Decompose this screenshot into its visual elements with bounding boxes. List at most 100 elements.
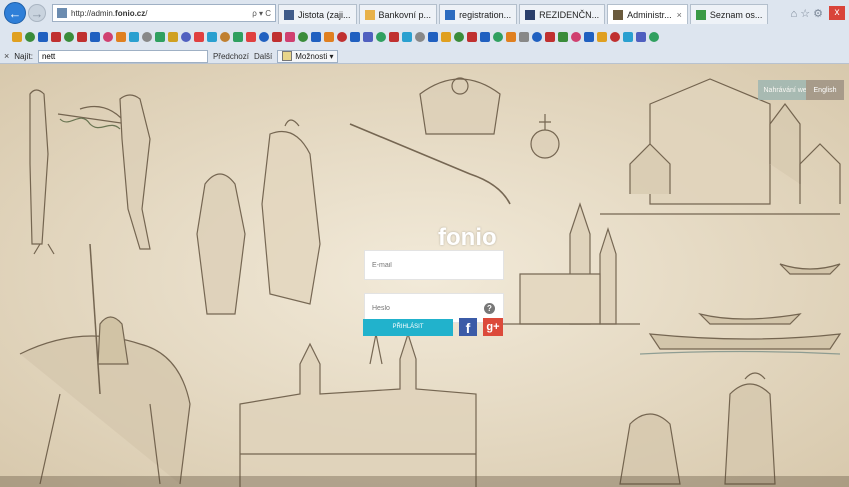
favorite-link-icon[interactable] xyxy=(181,31,191,42)
favorite-link-icon[interactable] xyxy=(116,31,126,42)
find-bar: × Najít: Předchozí Další Možnosti ▾ xyxy=(0,48,849,64)
tab-label: Administr... xyxy=(627,9,672,20)
favorite-link-icon[interactable] xyxy=(90,31,100,42)
find-input[interactable] xyxy=(37,49,208,63)
tab-label: Seznam os... xyxy=(709,9,763,20)
favorite-link-icon[interactable] xyxy=(51,31,61,42)
highlight-icon xyxy=(282,51,293,61)
tab-favicon-icon xyxy=(525,9,536,20)
tab-label: registration... xyxy=(459,9,512,20)
favorite-link-icon[interactable] xyxy=(311,31,321,42)
browser-tab[interactable]: Jistota (zaji... xyxy=(278,4,357,24)
browser-tab[interactable]: REZIDENČN... xyxy=(519,4,606,24)
favorite-link-icon[interactable] xyxy=(129,31,139,42)
find-next-button[interactable]: Další xyxy=(254,52,272,61)
favorite-link-icon[interactable] xyxy=(636,31,646,42)
favorite-link-icon[interactable] xyxy=(389,31,399,42)
tab-favicon-icon xyxy=(364,9,375,20)
favorite-link-icon[interactable] xyxy=(610,31,620,42)
favorite-link-icon[interactable] xyxy=(493,31,503,42)
favorite-link-icon[interactable] xyxy=(233,31,243,42)
favorite-link-icon[interactable] xyxy=(337,31,347,42)
favorite-link-icon[interactable] xyxy=(363,31,373,42)
favorite-link-icon[interactable] xyxy=(519,31,529,42)
favorite-link-icon[interactable] xyxy=(246,31,256,42)
favorite-link-icon[interactable] xyxy=(194,31,204,42)
address-url[interactable]: http://admin.fonio.cz/ xyxy=(71,9,248,18)
favorite-link-icon[interactable] xyxy=(545,31,555,42)
browser-tab[interactable]: Administr... × xyxy=(607,4,688,24)
favorite-link-icon[interactable] xyxy=(220,31,230,42)
favorites-bar xyxy=(0,28,849,45)
favorite-link-icon[interactable] xyxy=(168,31,178,42)
find-close-button[interactable]: × xyxy=(4,51,9,61)
find-options-label: Možnosti ▾ xyxy=(295,51,334,61)
tab-label: Bankovní p... xyxy=(378,9,432,20)
favorite-link-icon[interactable] xyxy=(415,31,425,42)
favorite-link-icon[interactable] xyxy=(142,31,152,42)
favorite-link-icon[interactable] xyxy=(649,31,659,42)
tab-close-icon[interactable]: × xyxy=(677,10,682,20)
favorite-link-icon[interactable] xyxy=(207,31,217,42)
login-actions: PŘIHLÁSIT f g+ xyxy=(363,318,503,336)
find-previous-button[interactable]: Předchozí xyxy=(213,52,249,61)
window-controls: ⌂ ☆ ⚙ x xyxy=(791,6,849,20)
favorite-link-icon[interactable] xyxy=(376,31,386,42)
find-options-button[interactable]: Možnosti ▾ xyxy=(277,49,339,63)
tab-strip: Jistota (zaji... Bankovní p... registratio… xyxy=(276,2,769,24)
tab-favicon-icon xyxy=(284,9,294,20)
tab-favicon-icon xyxy=(695,9,706,20)
search-refresh-controls[interactable]: ρ ▾ C xyxy=(252,9,271,18)
address-bar[interactable]: http://admin.fonio.cz/ ρ ▾ C xyxy=(52,4,276,22)
login-button[interactable]: PŘIHLÁSIT xyxy=(363,318,453,336)
favorite-link-icon[interactable] xyxy=(532,31,542,42)
favorite-link-icon[interactable] xyxy=(441,31,451,42)
email-field-wrap xyxy=(364,250,504,280)
close-window-button[interactable]: x xyxy=(829,6,845,20)
find-label: Najít: xyxy=(14,51,33,61)
tab-label: Jistota (zaji... xyxy=(298,9,351,20)
forward-button[interactable]: → xyxy=(28,4,46,22)
favorite-link-icon[interactable] xyxy=(155,31,165,42)
login-form: ? xyxy=(364,250,504,323)
favorite-link-icon[interactable] xyxy=(272,31,282,42)
favorite-link-icon[interactable] xyxy=(259,31,269,42)
favorite-link-icon[interactable] xyxy=(350,31,360,42)
favorite-link-icon[interactable] xyxy=(558,31,568,42)
favorite-link-icon[interactable] xyxy=(402,31,412,42)
help-icon[interactable]: ? xyxy=(484,303,495,314)
favorite-link-icon[interactable] xyxy=(623,31,633,42)
tab-favicon-icon xyxy=(613,9,624,20)
favorite-link-icon[interactable] xyxy=(454,31,464,42)
favorite-link-icon[interactable] xyxy=(597,31,607,42)
facebook-login-icon[interactable]: f xyxy=(459,318,477,336)
home-star-gear-icons[interactable]: ⌂ ☆ ⚙ xyxy=(791,7,823,20)
password-field[interactable] xyxy=(372,304,482,312)
favorite-link-icon[interactable] xyxy=(64,31,74,42)
google-plus-login-icon[interactable]: g+ xyxy=(483,318,503,336)
favorite-link-icon[interactable] xyxy=(584,31,594,42)
fonio-logo: fonio xyxy=(438,224,497,251)
lang-switch-english[interactable]: English xyxy=(806,80,844,100)
browser-tab[interactable]: Bankovní p... xyxy=(358,4,438,24)
email-field[interactable] xyxy=(372,261,482,269)
favorite-link-icon[interactable] xyxy=(571,31,581,42)
tab-bar: ← → http://admin.fonio.cz/ ρ ▾ C Jistota… xyxy=(0,0,849,26)
login-page: Nahrávání webu English fonio ? PŘIHLÁSIT… xyxy=(0,64,849,487)
favorite-link-icon[interactable] xyxy=(324,31,334,42)
favorite-link-icon[interactable] xyxy=(480,31,490,42)
browser-tab[interactable]: Seznam os... xyxy=(689,4,769,24)
favorite-link-icon[interactable] xyxy=(298,31,308,42)
favorite-link-icon[interactable] xyxy=(38,31,48,42)
favorite-link-icon[interactable] xyxy=(506,31,516,42)
favorite-link-icon[interactable] xyxy=(428,31,438,42)
browser-tab[interactable]: registration... xyxy=(439,4,518,24)
favorite-link-icon[interactable] xyxy=(285,31,295,42)
favorite-link-icon[interactable] xyxy=(25,31,35,42)
back-button[interactable]: ← xyxy=(4,2,26,24)
tab-favicon-icon xyxy=(445,9,456,20)
favorite-link-icon[interactable] xyxy=(103,31,113,42)
favorite-link-icon[interactable] xyxy=(77,31,87,42)
favorite-link-icon[interactable] xyxy=(12,31,22,42)
favorite-link-icon[interactable] xyxy=(467,31,477,42)
